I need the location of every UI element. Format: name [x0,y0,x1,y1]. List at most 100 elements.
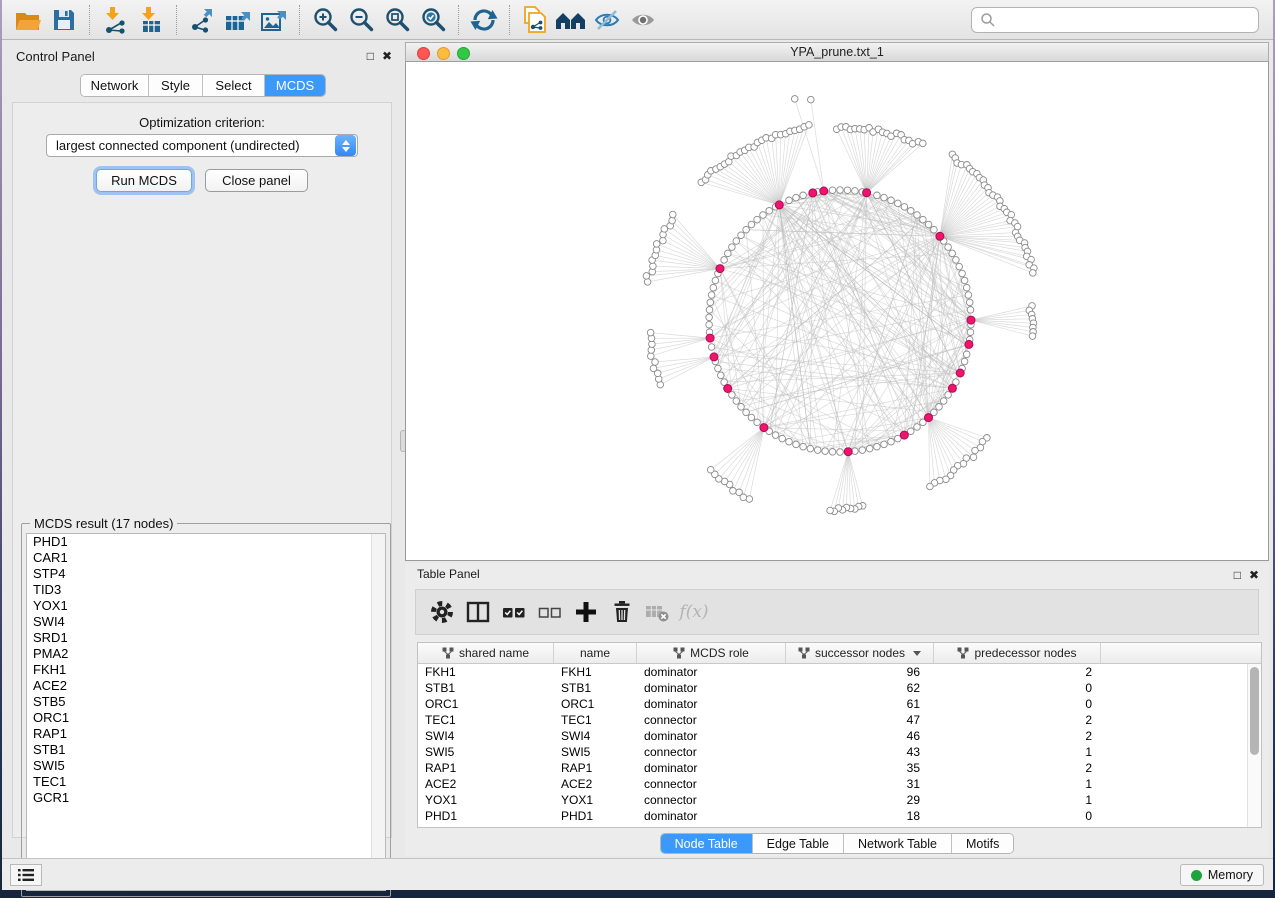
table-cell: connector [637,744,786,760]
mcds-result-item[interactable]: CAR1 [27,550,385,566]
table-cell: 47 [786,712,934,728]
run-mcds-button[interactable]: Run MCDS [96,169,192,192]
table-scrollbar-thumb[interactable] [1250,667,1259,755]
zoom-selected-button[interactable] [415,4,451,36]
tab-node-table[interactable]: Node Table [661,834,753,853]
column-header-shared-name[interactable]: shared name [418,643,554,663]
unchecked-boxes-icon [537,599,563,625]
table-row[interactable]: SWI4SWI4dominator462 [418,728,1247,744]
float-panel-icon[interactable]: □ [1234,567,1241,583]
table-cell: ORC1 [418,696,554,712]
show-panels-list-button[interactable] [10,864,42,886]
export-table-button[interactable] [220,4,256,36]
zoom-fit-button[interactable] [379,4,415,36]
table-cell: 31 [786,776,934,792]
network-from-file-button[interactable] [517,4,553,36]
select-stepper-icon [335,135,356,156]
table-row[interactable]: TEC1TEC1connector472 [418,712,1247,728]
search-box[interactable] [971,7,1259,33]
mcds-result-item[interactable]: PMA2 [27,646,385,662]
show-all-button[interactable] [625,4,661,36]
close-panel-icon[interactable]: ✖ [382,48,392,64]
export-image-button[interactable] [256,4,292,36]
mcds-result-item[interactable]: RAP1 [27,726,385,742]
column-type-icon [957,647,969,659]
tab-network[interactable]: Network [81,75,149,96]
delete-table-button[interactable] [640,596,676,628]
table-row[interactable]: RAP1RAP1dominator352 [418,760,1247,776]
network-canvas[interactable] [405,62,1269,561]
create-column-button[interactable] [568,596,604,628]
tab-mcds[interactable]: MCDS [265,75,325,96]
table-row[interactable]: PHD1PHD1dominator180 [418,808,1247,824]
table-scrollbar[interactable] [1247,664,1261,827]
table-cell: RAP1 [554,760,637,776]
optimization-criterion-label: Optimization criterion: [13,115,391,130]
table-settings-button[interactable] [424,596,460,628]
close-panel-button[interactable]: Close panel [205,169,308,192]
zoom-in-button[interactable] [307,4,343,36]
table-cell: SWI5 [418,744,554,760]
deselect-all-columns-button[interactable] [532,596,568,628]
table-cell: 61 [786,696,934,712]
table-cell: ACE2 [418,776,554,792]
tab-select[interactable]: Select [203,75,265,96]
mcds-result-item[interactable]: YOX1 [27,598,385,614]
function-builder-button[interactable]: f(x) [676,596,712,628]
criterion-select[interactable]: largest connected component (undirected) [46,134,358,157]
mcds-result-list[interactable]: PHD1CAR1STP4TID3YOX1SWI4SRD1PMA2FKH1ACE2… [26,533,386,891]
mcds-result-item[interactable]: STB1 [27,742,385,758]
mcds-result-item[interactable]: PHD1 [27,534,385,550]
column-header-name[interactable]: name [554,643,637,663]
mcds-result-item[interactable]: TEC1 [27,774,385,790]
import-table-button[interactable] [133,4,169,36]
column-header-mcds-role[interactable]: MCDS role [637,643,786,663]
toolbar-divider [509,5,510,35]
table-cell: 2 [934,760,1101,776]
import-network-button[interactable] [97,4,133,36]
table-row[interactable]: ORC1ORC1dominator610 [418,696,1247,712]
search-input[interactable] [996,12,1250,27]
memory-button[interactable]: Memory [1180,864,1264,886]
mcds-result-item[interactable]: TID3 [27,582,385,598]
mcds-result-item[interactable]: SWI4 [27,614,385,630]
export-network-button[interactable] [184,4,220,36]
table-row[interactable]: STB1STB1dominator620 [418,680,1247,696]
save-session-button[interactable] [46,4,82,36]
mcds-list-scrollbar[interactable] [371,534,385,890]
mcds-result-item[interactable]: STB5 [27,694,385,710]
table-row[interactable]: FKH1FKH1dominator962 [418,664,1247,680]
first-neighbors-button[interactable] [553,4,589,36]
tab-motifs[interactable]: Motifs [952,834,1013,853]
mcds-result-item[interactable]: STP4 [27,566,385,582]
tab-style[interactable]: Style [149,75,203,96]
mcds-result-item[interactable]: GCR1 [27,790,385,806]
node-table: shared name name MCDS role successor nod… [417,642,1262,828]
zoom-out-button[interactable] [343,4,379,36]
close-panel-icon[interactable]: ✖ [1249,567,1259,583]
mcds-result-item[interactable]: ORC1 [27,710,385,726]
mcds-result-item[interactable]: SRD1 [27,630,385,646]
delete-column-button[interactable] [604,596,640,628]
float-panel-icon[interactable]: □ [367,48,374,64]
table-row[interactable]: YOX1YOX1connector291 [418,792,1247,808]
hide-selected-button[interactable] [589,4,625,36]
show-columns-button[interactable] [460,596,496,628]
first-neighbors-icon [554,7,588,33]
mcds-result-item[interactable]: FKH1 [27,662,385,678]
open-file-button[interactable] [10,4,46,36]
tab-network-table[interactable]: Network Table [844,834,952,853]
table-row[interactable]: SWI5SWI5connector431 [418,744,1247,760]
table-cell: connector [637,792,786,808]
select-all-columns-button[interactable] [496,596,532,628]
table-cell: 43 [786,744,934,760]
table-row[interactable]: ACE2ACE2connector311 [418,776,1247,792]
mcds-result-item[interactable]: SWI5 [27,758,385,774]
column-header-successor-nodes[interactable]: successor nodes [786,643,934,663]
table-cell: PHD1 [418,808,554,824]
refresh-button[interactable] [466,4,502,36]
column-header-predecessor-nodes[interactable]: predecessor nodes [934,643,1101,663]
mcds-result-item[interactable]: ACE2 [27,678,385,694]
table-cell: SWI4 [554,728,637,744]
tab-edge-table[interactable]: Edge Table [753,834,844,853]
